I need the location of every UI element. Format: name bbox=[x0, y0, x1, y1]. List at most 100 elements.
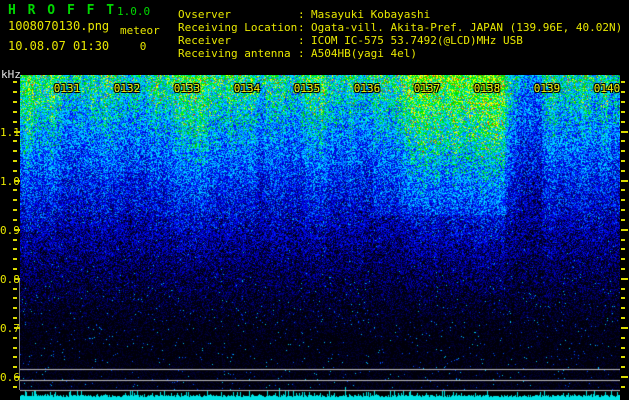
time-label: 0135 bbox=[293, 82, 321, 95]
meteor-counter-value: 0 bbox=[139, 40, 147, 53]
freq-major-tick-right bbox=[621, 326, 628, 329]
freq-minor-tick-right bbox=[621, 91, 625, 94]
freq-minor-tick-right bbox=[621, 307, 625, 310]
freq-major-tick-left bbox=[14, 179, 20, 182]
time-label: 0139 bbox=[533, 82, 561, 95]
freq-minor-tick-right bbox=[621, 238, 625, 241]
freq-minor-tick-left bbox=[13, 120, 17, 123]
freq-minor-tick-left bbox=[13, 287, 17, 290]
freq-minor-tick-left bbox=[13, 218, 17, 221]
meteor-counter-label: meteor bbox=[120, 24, 160, 37]
freq-label: 0.8 bbox=[0, 272, 20, 286]
freq-minor-tick-right bbox=[621, 209, 625, 212]
freq-minor-tick-right bbox=[621, 267, 625, 270]
freq-minor-tick-right bbox=[621, 120, 625, 123]
time-label: 0131 bbox=[53, 82, 81, 95]
info-label: Receiver bbox=[178, 34, 231, 47]
freq-major-tick-right bbox=[621, 179, 628, 182]
freq-minor-tick-right bbox=[621, 366, 625, 369]
freq-minor-tick-right bbox=[621, 336, 625, 339]
freq-minor-tick-right bbox=[621, 189, 625, 192]
freq-minor-tick-left bbox=[13, 248, 17, 251]
freq-minor-tick-right bbox=[621, 81, 625, 84]
freq-minor-tick-left bbox=[13, 267, 17, 270]
freq-label: 1.0 bbox=[0, 174, 20, 188]
info-colon: : bbox=[298, 21, 305, 34]
freq-minor-tick-right bbox=[621, 150, 625, 153]
freq-minor-tick-left bbox=[13, 140, 17, 143]
freq-minor-tick-right bbox=[621, 248, 625, 251]
freq-label: 1.1 bbox=[0, 125, 20, 139]
freq-major-tick-left bbox=[14, 277, 20, 280]
info-value: Ogata-vill. Akita-Pref. JAPAN (139.96E, … bbox=[311, 21, 623, 34]
freq-minor-tick-right bbox=[621, 159, 625, 162]
freq-minor-tick-right bbox=[621, 169, 625, 172]
time-label: 0134 bbox=[233, 82, 261, 95]
freq-minor-tick-left bbox=[13, 150, 17, 153]
freq-label: 0.6 bbox=[0, 371, 20, 384]
freq-minor-tick-left bbox=[13, 297, 17, 300]
freq-minor-tick-left bbox=[13, 346, 17, 349]
freq-minor-tick-right bbox=[621, 356, 625, 359]
freq-minor-tick-right bbox=[621, 101, 625, 104]
freq-minor-tick-left bbox=[13, 159, 17, 162]
freq-minor-tick-left bbox=[13, 199, 17, 202]
receiver-info: Ovserver: Masayuki Kobayashi Receiving Loc… bbox=[178, 8, 622, 60]
freq-minor-tick-right bbox=[621, 140, 625, 143]
freq-minor-tick-left bbox=[13, 317, 17, 320]
freq-minor-tick-right bbox=[621, 385, 625, 388]
freq-major-tick-left bbox=[14, 376, 20, 378]
freq-label: 0.7 bbox=[0, 321, 20, 335]
freq-minor-tick-right bbox=[621, 287, 625, 290]
freq-minor-tick-right bbox=[621, 218, 625, 221]
freq-minor-tick-left bbox=[13, 81, 17, 84]
freq-minor-tick-right bbox=[621, 317, 625, 320]
freq-minor-tick-left bbox=[13, 336, 17, 339]
info-value: ICOM IC-575 53.7492(@LCD)MHz USB bbox=[311, 34, 523, 47]
app-version: 1.0.0 bbox=[117, 5, 151, 18]
time-label: 0137 bbox=[413, 82, 441, 95]
time-label: 0132 bbox=[113, 82, 141, 95]
info-colon: : bbox=[298, 34, 305, 47]
info-label: Ovserver bbox=[178, 8, 231, 21]
output-filename: 1008070130.png bbox=[8, 19, 110, 33]
freq-minor-tick-left bbox=[13, 356, 17, 359]
info-row: Receiving antenna: A504HB(yagi 4el) bbox=[178, 47, 622, 60]
info-value: Masayuki Kobayashi bbox=[311, 8, 431, 21]
freq-minor-tick-left bbox=[13, 189, 17, 192]
freq-major-tick-right bbox=[621, 228, 628, 231]
spectrogram-canvas bbox=[20, 75, 620, 400]
freq-minor-tick-left bbox=[13, 91, 17, 94]
info-row: Receiver: ICOM IC-575 53.7492(@LCD)MHz US… bbox=[178, 34, 622, 47]
freq-major-tick-right bbox=[621, 277, 628, 280]
freq-minor-tick-right bbox=[621, 346, 625, 349]
freq-minor-tick-left bbox=[13, 110, 17, 113]
time-label: 0140 bbox=[593, 82, 621, 95]
freq-minor-tick-right bbox=[621, 258, 625, 261]
freq-major-tick-right bbox=[621, 130, 628, 133]
freq-major-tick-left bbox=[14, 130, 20, 133]
time-label: 0133 bbox=[173, 82, 201, 95]
freq-minor-tick-left bbox=[13, 366, 17, 369]
freq-major-tick-left bbox=[14, 326, 20, 329]
info-label: Receiving antenna bbox=[178, 47, 291, 60]
freq-major-tick-left bbox=[14, 228, 20, 231]
freq-minor-tick-left bbox=[13, 209, 17, 212]
time-label: 0136 bbox=[353, 82, 381, 95]
info-label: Receiving Location bbox=[178, 21, 298, 34]
freq-minor-tick-left bbox=[13, 169, 17, 172]
freq-minor-tick-right bbox=[621, 297, 625, 300]
info-row: Ovserver: Masayuki Kobayashi bbox=[178, 8, 622, 21]
freq-minor-tick-left bbox=[13, 307, 17, 310]
freq-major-tick-right bbox=[621, 376, 628, 378]
freq-minor-tick-left bbox=[13, 238, 17, 241]
info-colon: : bbox=[298, 47, 305, 60]
freq-minor-tick-right bbox=[621, 110, 625, 113]
freq-minor-tick-left bbox=[13, 385, 17, 388]
info-row: Receiving Location: Ogata-vill. Akita-Pre… bbox=[178, 21, 622, 34]
freq-minor-tick-left bbox=[13, 101, 17, 104]
hrofft-screen: H R O F F T 1.0.0 1008070130.png meteor … bbox=[0, 0, 629, 400]
info-value: A504HB(yagi 4el) bbox=[311, 47, 417, 60]
freq-label: 0.9 bbox=[0, 223, 20, 237]
app-title: H R O F F T bbox=[8, 3, 117, 18]
